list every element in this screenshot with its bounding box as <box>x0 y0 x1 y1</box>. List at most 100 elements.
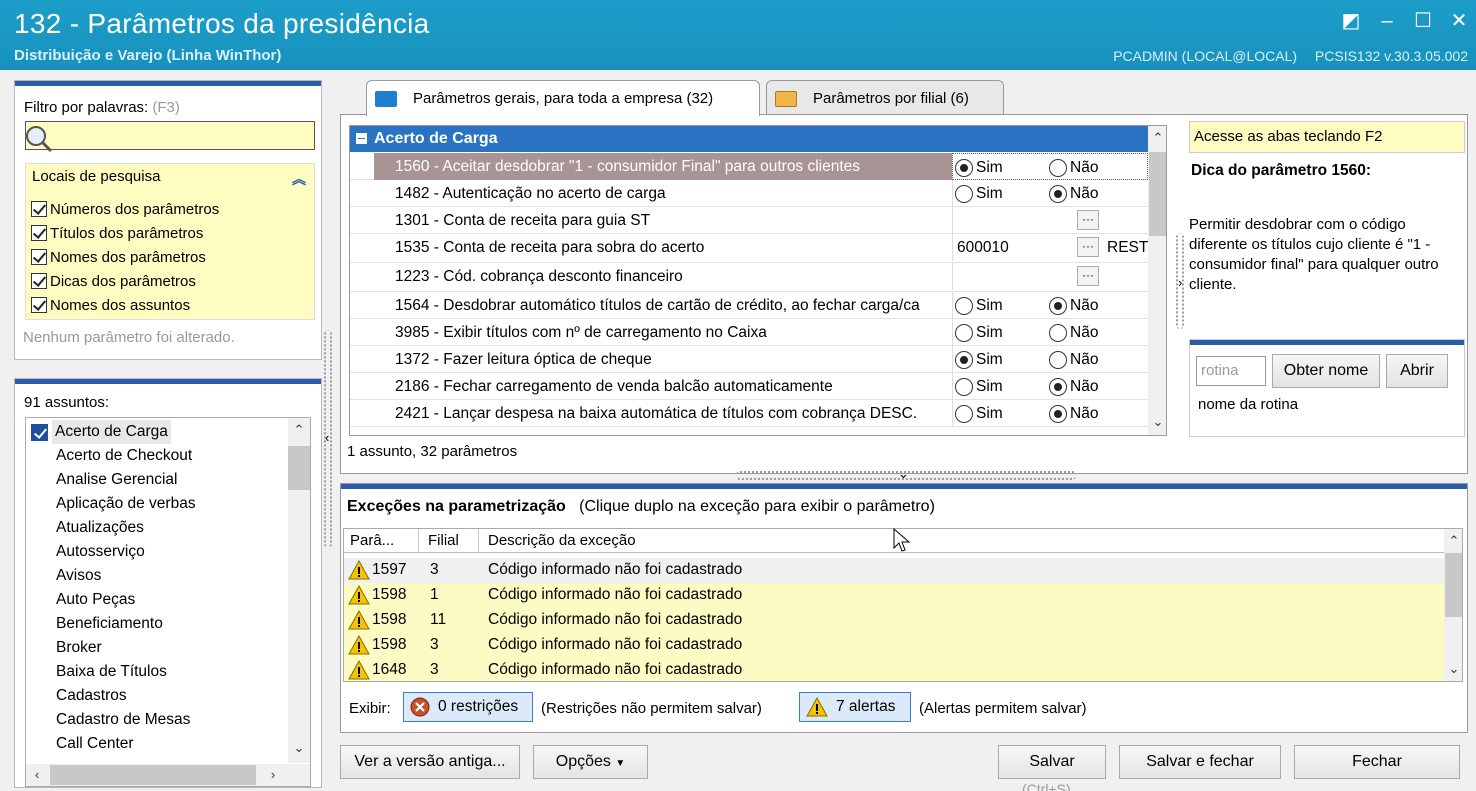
radio-dot[interactable] <box>955 297 973 315</box>
subject-item[interactable]: Avisos <box>56 564 101 588</box>
param-row[interactable]: 1301 - Conta de receita para guia ST ··· <box>350 207 1148 234</box>
save-button[interactable]: Salvar <box>998 745 1106 779</box>
option-param-hints[interactable]: Dicas dos parâmetros <box>31 270 196 292</box>
subjects-hscrollbar[interactable]: ‹ › <box>26 764 310 786</box>
exception-row[interactable]: 1598 3 Código informado não foi cadastra… <box>344 633 1444 658</box>
radio-dot[interactable] <box>1049 405 1067 423</box>
option-param-names[interactable]: Nomes dos parâmetros <box>31 246 206 268</box>
subject-item[interactable]: Acerto de Checkout <box>56 444 192 468</box>
options-button[interactable]: Opções ▼ <box>533 745 648 779</box>
radio-dot[interactable] <box>1049 159 1067 177</box>
subject-item[interactable]: Auto Peças <box>56 588 135 612</box>
param-row[interactable]: 2186 - Fechar carregamento de venda balc… <box>350 373 1148 400</box>
subject-item[interactable]: Aplicação de verbas <box>56 492 196 516</box>
subject-item[interactable]: Cadastro de Mesas <box>56 708 190 732</box>
scroll-up-icon[interactable]: ⌃ <box>288 422 310 438</box>
radio-nao[interactable]: Não <box>1049 184 1098 204</box>
subject-item[interactable]: Call Center <box>56 732 134 756</box>
param-row[interactable]: 1560 - Aceitar desdobrar "1 - consumidor… <box>350 153 1148 180</box>
minimize-icon[interactable]: – <box>1376 10 1398 32</box>
radio-dot[interactable] <box>955 405 973 423</box>
collapse-icon[interactable]: ︽ <box>292 169 306 189</box>
subject-item[interactable]: Analise Gerencial <box>56 468 177 492</box>
subjects-vscrollbar[interactable]: ⌃ ⌄ <box>288 418 310 763</box>
expand-right-icon[interactable]: › <box>1178 275 1182 290</box>
search-input[interactable] <box>25 121 315 150</box>
restore-icon[interactable]: ◩ <box>1340 10 1362 32</box>
scroll-down-icon[interactable]: ⌄ <box>1444 661 1462 677</box>
collapse-left-icon[interactable]: ‹ <box>325 430 329 445</box>
checkbox[interactable] <box>31 225 47 241</box>
maximize-icon[interactable]: ☐ <box>1412 10 1434 32</box>
param-row[interactable]: 1223 - Cód. cobrança desconto financeiro… <box>350 263 1148 292</box>
radio-nao[interactable]: Não <box>1049 158 1098 178</box>
radio-dot[interactable] <box>955 351 973 369</box>
lookup-button[interactable]: ··· <box>1077 266 1099 286</box>
exceptions-vscrollbar[interactable]: ⌃ ⌄ <box>1444 529 1462 681</box>
col-description[interactable]: Descrição da exceção <box>488 532 636 549</box>
params-vscrollbar[interactable]: ⌃ ⌄ <box>1148 126 1166 435</box>
scroll-up-icon[interactable]: ⌃ <box>1148 130 1166 146</box>
subject-item[interactable]: Acerto de Carga <box>52 420 171 444</box>
scroll-down-icon[interactable]: ⌄ <box>1148 414 1166 430</box>
checkbox[interactable] <box>31 297 47 313</box>
scroll-left-icon[interactable]: ‹ <box>30 767 44 782</box>
checkbox[interactable] <box>31 249 47 265</box>
save-close-button[interactable]: Salvar e fechar <box>1119 745 1281 779</box>
scroll-up-icon[interactable]: ⌃ <box>1444 533 1462 549</box>
radio-dot[interactable] <box>1049 324 1067 342</box>
scroll-thumb[interactable] <box>50 765 256 785</box>
radio-dot[interactable] <box>1049 297 1067 315</box>
radio-sim[interactable]: Sim <box>955 350 1003 370</box>
option-subject-names[interactable]: Nomes dos assuntos <box>31 294 190 316</box>
exception-row[interactable]: 1598 11 Código informado não foi cadastr… <box>344 608 1444 633</box>
radio-sim[interactable]: Sim <box>955 323 1003 343</box>
radio-dot[interactable] <box>955 159 973 177</box>
subject-item[interactable]: Broker <box>56 636 102 660</box>
exception-row[interactable]: 1648 3 Código informado não foi cadastra… <box>344 658 1444 681</box>
restrictions-toggle[interactable]: 0 restrições <box>403 692 533 722</box>
get-name-button[interactable]: Obter nome <box>1272 354 1380 388</box>
param-value-text[interactable]: 600010 <box>957 234 1009 261</box>
lookup-button[interactable]: ··· <box>1077 237 1099 257</box>
radio-sim[interactable]: Sim <box>955 377 1003 397</box>
radio-dot[interactable] <box>1049 351 1067 369</box>
param-row[interactable]: 1535 - Conta de receita para sobra do ac… <box>350 234 1148 263</box>
checkbox[interactable] <box>31 273 47 289</box>
param-row[interactable]: 1564 - Desdobrar automático títulos de c… <box>350 292 1148 319</box>
radio-nao[interactable]: Não <box>1049 404 1098 424</box>
radio-dot[interactable] <box>1049 185 1067 203</box>
radio-nao[interactable]: Não <box>1049 323 1098 343</box>
subject-item[interactable]: Atualizações <box>56 516 144 540</box>
scroll-thumb[interactable] <box>288 446 310 490</box>
scroll-thumb[interactable] <box>1149 152 1166 236</box>
radio-nao[interactable]: Não <box>1049 296 1098 316</box>
radio-dot[interactable] <box>955 378 973 396</box>
tab-branch[interactable]: Parâmetros por filial (6) <box>766 80 1004 116</box>
col-param[interactable]: Parâ... <box>350 532 394 549</box>
tab-general[interactable]: Parâmetros gerais, para toda a empresa (… <box>366 80 760 116</box>
subject-checkbox[interactable] <box>31 424 48 441</box>
close-button[interactable]: Fechar <box>1294 745 1460 779</box>
radio-sim[interactable]: Sim <box>955 158 1003 178</box>
radio-sim[interactable]: Sim <box>955 184 1003 204</box>
subject-item[interactable]: Baixa de Títulos <box>56 660 167 684</box>
collapse-group-icon[interactable] <box>356 133 367 144</box>
old-version-button[interactable]: Ver a versão antiga... <box>340 745 520 779</box>
exception-row[interactable]: 1598 1 Código informado não foi cadastra… <box>344 583 1444 608</box>
group-header[interactable]: Acerto de Carga <box>350 126 1148 152</box>
subject-item[interactable]: Beneficiamento <box>56 612 163 636</box>
scroll-down-icon[interactable]: ⌄ <box>288 740 310 756</box>
collapse-down-icon[interactable]: ⌄ <box>898 466 909 482</box>
radio-nao[interactable]: Não <box>1049 377 1098 397</box>
radio-sim[interactable]: Sim <box>955 296 1003 316</box>
radio-dot[interactable] <box>955 324 973 342</box>
subject-item[interactable]: Cadastros <box>56 684 127 708</box>
alerts-toggle[interactable]: 7 alertas <box>799 692 911 722</box>
option-param-numbers[interactable]: Números dos parâmetros <box>31 198 219 220</box>
param-row[interactable]: 2421 - Lançar despesa na baixa automátic… <box>350 400 1148 427</box>
radio-nao[interactable]: Não <box>1049 350 1098 370</box>
close-icon[interactable]: ✕ <box>1448 10 1470 32</box>
lookup-button[interactable]: ··· <box>1077 210 1099 230</box>
param-row[interactable]: 1372 - Fazer leitura óptica de cheque Si… <box>350 346 1148 373</box>
